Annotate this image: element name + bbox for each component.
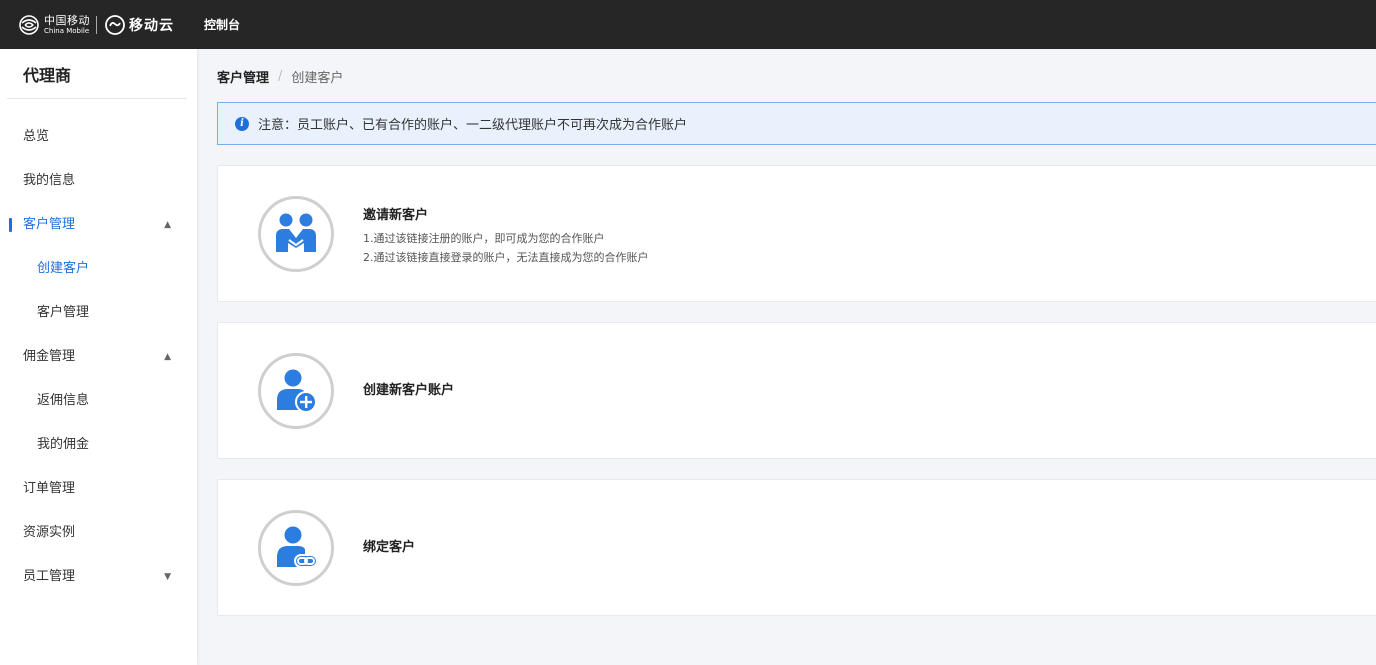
sidebar-item-overview[interactable]: 总览 — [0, 115, 197, 159]
bind-customer-card[interactable]: 绑定客户 — [217, 479, 1376, 616]
card-title: 创建新客户账户 — [363, 383, 455, 398]
logo[interactable]: 中国移动 China Mobile 移动云 — [17, 0, 174, 49]
sidebar: 代理商 总览 我的信息 客户管理 ▲ 创建客户 客户管理 佣金管理 ▲ 返佣信息 我… — [0, 49, 197, 665]
sidebar-item-label: 资源实例 — [23, 525, 76, 540]
sidebar-item-staff-management[interactable]: 员工管理 ▼ — [0, 555, 197, 599]
sidebar-item-label: 我的佣金 — [37, 437, 90, 452]
card-title: 邀请新客户 — [363, 208, 429, 223]
sidebar-item-label: 返佣信息 — [37, 393, 90, 408]
create-customer-account-card[interactable]: 创建新客户账户 — [217, 322, 1376, 459]
card-title: 绑定客户 — [363, 540, 416, 555]
sidebar-item-commission-management[interactable]: 佣金管理 ▲ — [0, 335, 197, 379]
sidebar-item-label: 员工管理 — [23, 569, 76, 584]
cloud-logo-icon — [105, 14, 125, 35]
brand-en: China Mobile — [44, 26, 90, 35]
card-description-line: 2.通过该链接直接登录的账户，无法直接成为您的合作账户 — [363, 251, 649, 264]
brand-cn: 中国移动 — [44, 13, 90, 27]
link-user-icon — [258, 510, 334, 586]
sidebar-item-label: 佣金管理 — [23, 349, 76, 364]
sidebar-item-order-management[interactable]: 订单管理 — [0, 467, 197, 511]
top-bar: 中国移动 China Mobile 移动云 控制台 — [0, 0, 1376, 49]
caret-up-icon: ▲ — [164, 352, 171, 362]
sidebar-item-resource-instances[interactable]: 资源实例 — [0, 511, 197, 555]
invite-customer-card[interactable]: 邀请新客户 1.通过该链接注册的账户，即可成为您的合作账户 2.通过该链接直接登… — [217, 165, 1376, 302]
sidebar-item-label: 我的信息 — [23, 173, 76, 188]
china-mobile-logo: 中国移动 China Mobile — [17, 13, 90, 37]
info-icon: i — [235, 116, 249, 131]
sidebar-item-rebate-info[interactable]: 返佣信息 — [0, 379, 197, 423]
breadcrumb: 客户管理 / 创建客户 — [217, 66, 343, 86]
card-description: 1.通过该链接注册的账户，即可成为您的合作账户 2.通过该链接直接登录的账户，无… — [363, 229, 649, 267]
sidebar-item-customer-management-sub[interactable]: 客户管理 — [0, 291, 197, 335]
breadcrumb-parent[interactable]: 客户管理 — [217, 67, 269, 86]
mobile-cloud-logo: 移动云 — [103, 13, 174, 37]
sidebar-menu: 总览 我的信息 客户管理 ▲ 创建客户 客户管理 佣金管理 ▲ 返佣信息 我的佣金 … — [0, 115, 197, 599]
sidebar-item-label: 总览 — [23, 129, 50, 144]
sidebar-item-customer-management[interactable]: 客户管理 ▲ — [0, 203, 197, 247]
sidebar-item-my-info[interactable]: 我的信息 — [0, 159, 197, 203]
sidebar-item-label: 客户管理 — [37, 305, 90, 320]
sidebar-item-label: 客户管理 — [23, 217, 76, 232]
card-description-line: 1.通过该链接注册的账户，即可成为您的合作账户 — [363, 232, 605, 245]
notice-banner: i 注意：员工账户、已有合作的账户、一二级代理账户不可再次成为合作账户 — [217, 102, 1376, 145]
add-user-icon — [258, 353, 334, 429]
sidebar-item-create-customer[interactable]: 创建客户 — [0, 247, 197, 291]
sidebar-item-label: 创建客户 — [37, 261, 90, 276]
sidebar-item-my-commission[interactable]: 我的佣金 — [0, 423, 197, 467]
sidebar-title: 代理商 — [7, 49, 187, 99]
breadcrumb-current: 创建客户 — [291, 70, 344, 86]
sidebar-item-label: 订单管理 — [23, 481, 76, 496]
china-mobile-logo-icon — [19, 14, 39, 35]
notice-text: 注意：员工账户、已有合作的账户、一二级代理账户不可再次成为合作账户 — [258, 118, 688, 133]
console-link[interactable]: 控制台 — [204, 16, 240, 33]
logo-divider — [96, 15, 97, 34]
caret-up-icon: ▲ — [164, 220, 171, 230]
handshake-users-icon — [258, 196, 334, 272]
breadcrumb-separator: / — [278, 68, 283, 84]
cloud-name: 移动云 — [129, 17, 174, 34]
caret-down-icon: ▼ — [164, 572, 171, 582]
